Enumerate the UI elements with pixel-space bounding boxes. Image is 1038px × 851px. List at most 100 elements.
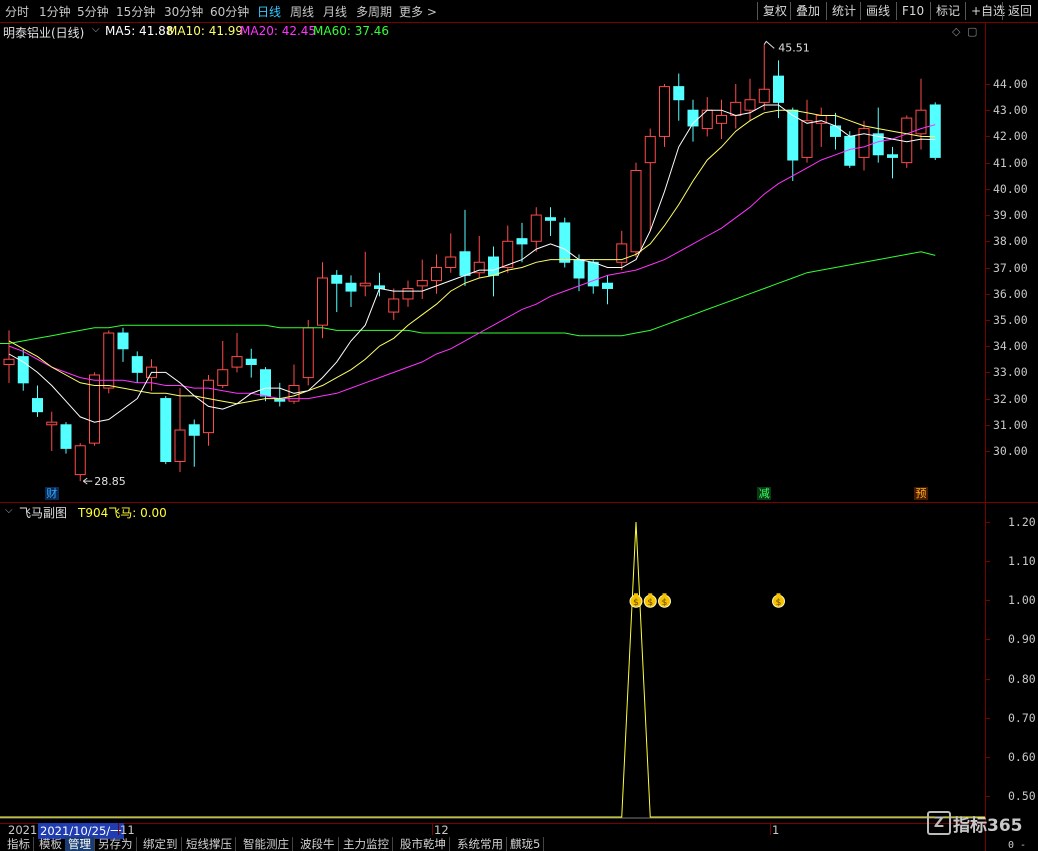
period-tab[interactable]: 30分钟 [164,3,203,20]
price-tick: 42.00 [993,129,1028,144]
candle-up [901,117,913,164]
candle-up [46,421,58,426]
timeline-divider [0,823,985,824]
tick-mark [986,346,990,348]
toolbar-button[interactable]: 叠加 [790,2,825,20]
candle-down [459,251,471,276]
toolbar-button[interactable]: 画线 [860,2,895,20]
tick-mark [986,398,990,400]
period-tab[interactable]: 分时 [5,3,29,20]
toolbar-button[interactable]: 统计 [826,2,861,20]
bottom-tab[interactable]: 指标 [4,837,34,851]
tick-mark [770,823,771,835]
candle-down [673,86,685,101]
tick-mark [986,110,990,112]
bottom-tab[interactable]: 绑定到 [140,837,182,851]
period-tab[interactable]: 5分钟 [77,3,109,20]
indicator-tick: 0.50 [1008,789,1036,803]
tick-mark [986,188,990,190]
candle-down [160,398,172,462]
candle-down [131,356,143,373]
period-tab[interactable]: 多周期 [356,3,392,20]
event-marker[interactable]: 财 [44,487,59,500]
indicator-tick: 0 [1008,840,1015,851]
bottom-tab[interactable]: 波段牛 [297,837,339,851]
candle-up [416,280,428,287]
period-tab[interactable]: 周线 [290,3,314,20]
candle-down [245,358,257,365]
candle-up [801,120,813,158]
period-tab[interactable]: 月线 [323,3,347,20]
bottom-tab[interactable]: 短线撑压 [183,837,236,851]
price-tick: 39.00 [993,208,1028,223]
candle-up [317,277,328,326]
bottom-tab[interactable]: 另存为 [95,837,137,851]
candle-up [858,128,870,158]
price-tick: 30.00 [993,444,1028,458]
candle-up [659,86,670,137]
candle-up [530,214,542,242]
price-tick: 43.00 [993,103,1028,118]
ma20-line [8,124,936,400]
bottom-tab[interactable]: 系统常用 [454,837,507,851]
candle-down [188,424,200,436]
bottom-tab[interactable]: 麒珑5 [507,837,545,851]
candle-down [331,274,343,284]
bottom-tab[interactable]: 智能测庄 [240,837,293,851]
tick-mark [986,600,990,602]
money-bag-icon: $ [643,593,657,608]
bottom-tab[interactable]: 股市乾坤 [397,837,450,851]
tick-mark [986,162,990,164]
tick-mark [986,756,990,758]
indicator-tick: 1.00 [1008,593,1036,608]
bottom-tab[interactable]: 管理 [65,837,95,851]
high-pointer [763,40,775,49]
candle-down [559,222,571,263]
tick-mark [986,451,990,452]
price-tick: 31.00 [993,417,1028,432]
candle-up [431,267,442,282]
candle-down [60,424,72,449]
toolbar-button[interactable]: 标记 [930,2,965,20]
indicator-tick: 0.70 [1008,710,1036,725]
tick-mark [986,678,990,680]
event-marker[interactable]: 减 [757,487,772,500]
ma-label: MA10: 41.99 [167,24,244,38]
toolbar-button[interactable]: 返回 [1002,2,1037,20]
watermark: Z 指标365 [927,810,1032,836]
candle-up [231,356,243,368]
toolbar-button[interactable]: F10 [896,2,929,20]
period-tab[interactable]: 日线 [257,3,281,20]
price-tick: 33.00 [993,365,1028,380]
candle-up [744,99,756,111]
period-tab[interactable]: 1分钟 [39,3,71,20]
price-tick: 41.00 [993,155,1028,170]
bottom-tab[interactable]: 模板 [36,837,66,851]
candle-down [929,104,941,158]
candle-up [217,369,229,386]
candlestick-chart: 45.51 28.85 [0,40,941,488]
price-tick: 36.00 [993,286,1028,301]
y-axis-divider [985,23,986,851]
date-tick: 12 [434,823,449,837]
svg-text:$: $ [633,598,639,608]
period-tab[interactable]: 更多 > [399,3,437,20]
price-tick: 44.00 [993,77,1028,91]
price-tick: 35.00 [993,312,1028,327]
tick-mark [986,796,990,797]
date-tick: 1 [772,823,780,837]
tick-mark [986,639,990,641]
tick-mark [986,561,990,563]
period-tab[interactable]: 60分钟 [210,3,249,20]
toolbar-button[interactable]: 复权 [757,2,792,20]
ma-label: MA20: 42.45 [240,24,317,38]
candle-down [773,75,784,103]
logo-icon: Z [927,811,951,835]
bottom-tab[interactable]: 主力监控 [340,837,393,851]
period-tab[interactable]: 15分钟 [116,3,155,20]
candle-up [716,114,727,124]
indicator-chart: $ $ $ $ [0,521,985,819]
candle-down [32,398,43,413]
event-marker[interactable]: 预 [914,487,928,500]
date-tick: 11 [120,823,135,837]
